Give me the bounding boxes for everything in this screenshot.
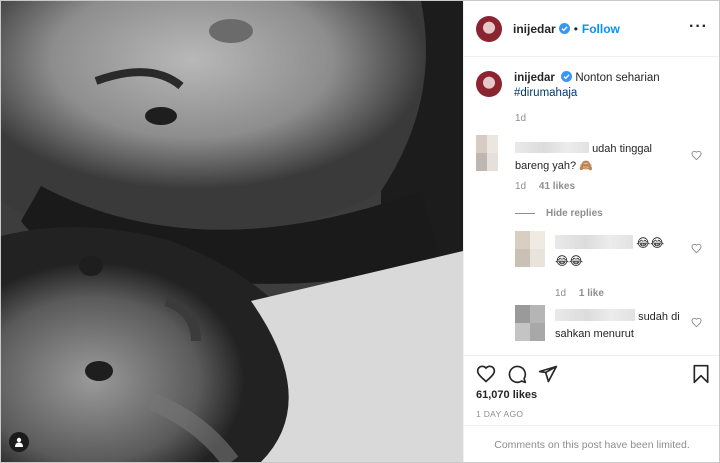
caption-avatar[interactable] xyxy=(476,71,502,97)
caption-time[interactable]: 1d xyxy=(515,113,526,124)
comment-text-line1: udah tinggal xyxy=(592,143,653,155)
comments-area[interactable]: inijedar Nonton seharian #dirumahaja 1d xyxy=(464,57,719,355)
comment-username-blurred[interactable] xyxy=(515,142,589,153)
post-sidebar: inijedar • Follow ··· inijedar Nonton se… xyxy=(463,1,719,462)
reply-username-blurred[interactable] xyxy=(555,235,633,249)
caption-text: inijedar Nonton seharian #dirumahaja xyxy=(514,71,704,101)
reply-body: 😂😂 😂😂 1d 1 like xyxy=(555,235,705,299)
verified-badge-icon xyxy=(561,71,573,82)
separator-dot: • xyxy=(573,21,578,36)
post-header: inijedar • Follow ··· xyxy=(464,1,719,57)
author-username[interactable]: inijedar xyxy=(513,22,556,36)
post-photo[interactable] xyxy=(1,1,463,462)
reply-body: sudah di sahkan menurut xyxy=(555,309,705,343)
comment-item xyxy=(476,135,498,171)
comment-avatar-blurred[interactable] xyxy=(476,135,498,171)
comment-meta: 1d 41 likes xyxy=(515,181,695,192)
comment-time[interactable]: 1d xyxy=(515,181,526,192)
caption-username[interactable]: inijedar xyxy=(514,72,555,84)
heart-outline-icon[interactable] xyxy=(476,364,496,384)
reply-username-blurred[interactable] xyxy=(555,309,635,321)
comment-body: udah tinggal bareng yah? 🙈 1d 41 likes xyxy=(515,141,695,192)
reply-avatar-blurred[interactable] xyxy=(515,231,545,267)
divider xyxy=(464,355,719,356)
action-bar xyxy=(464,358,719,388)
share-plane-icon[interactable] xyxy=(538,364,558,384)
post-window: inijedar • Follow ··· inijedar Nonton se… xyxy=(0,0,720,463)
reply-text-line2: sahkan menurut xyxy=(555,328,634,340)
reply-avatar-blurred[interactable] xyxy=(515,305,545,341)
comments-limited-notice: Comments on this post have been limited. xyxy=(464,425,719,462)
bookmark-icon[interactable] xyxy=(692,364,710,384)
reply-likes[interactable]: 1 like xyxy=(579,288,604,299)
caption-body: Nonton seharian xyxy=(575,72,660,84)
comment-text-line2: bareng yah? 🙈 xyxy=(515,160,593,172)
post-date[interactable]: 1 DAY AGO xyxy=(476,409,523,419)
likes-count[interactable]: 61,070 likes xyxy=(476,389,537,401)
comment-like-heart-icon[interactable] xyxy=(691,150,702,161)
reply-meta: 1d 1 like xyxy=(555,288,705,299)
reply-like-heart-icon[interactable] xyxy=(691,317,702,328)
more-dots-icon[interactable]: ··· xyxy=(689,19,708,35)
verified-badge-icon xyxy=(558,23,570,34)
photo-image xyxy=(1,1,463,462)
comment-likes[interactable]: 41 likes xyxy=(539,181,575,192)
author-avatar[interactable] xyxy=(476,15,502,42)
reply-text: 😂😂 xyxy=(636,236,665,250)
reply-like-heart-icon[interactable] xyxy=(691,243,702,254)
reply-time[interactable]: 1d xyxy=(555,288,566,299)
tagged-users-icon[interactable] xyxy=(9,432,29,452)
caption: inijedar Nonton seharian #dirumahaja xyxy=(476,71,704,101)
caption-hashtag[interactable]: #dirumahaja xyxy=(514,87,577,99)
comment-bubble-icon[interactable] xyxy=(507,364,527,384)
reply-text: sudah di xyxy=(638,311,680,323)
reply-text-line2: 😂😂 xyxy=(555,254,584,268)
hide-replies-button[interactable]: Hide replies xyxy=(515,208,603,219)
follow-button[interactable]: Follow xyxy=(582,22,620,36)
